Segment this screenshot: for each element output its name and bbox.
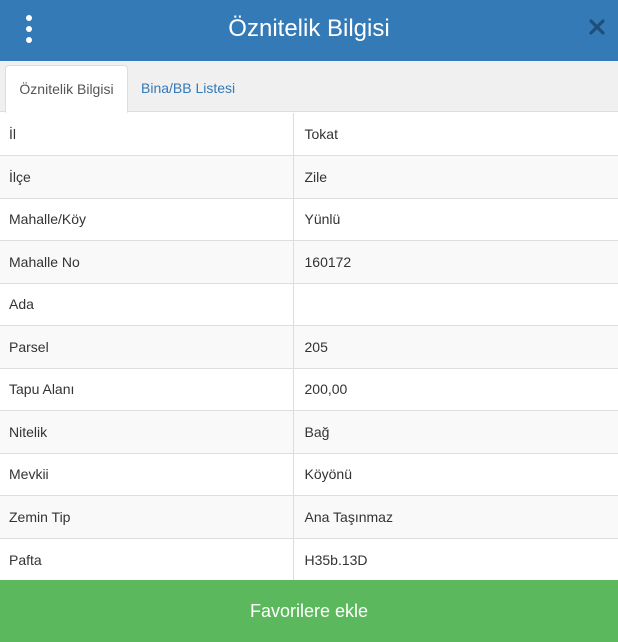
close-icon[interactable] [588, 18, 606, 36]
attribute-value: Tokat [304, 126, 338, 142]
attribute-value: Ana Taşınmaz [293, 495, 618, 538]
table-row: Zemin Tip Ana Taşınmaz [0, 495, 618, 538]
attribute-key: Parsel [0, 325, 294, 368]
tab-bar: Öznitelik Bilgisi Bina/BB Listesi [0, 61, 618, 113]
attribute-value [293, 282, 618, 326]
tab-bina-bb-listesi[interactable]: Bina/BB Listesi [131, 65, 245, 113]
attribute-value: Yünlü [293, 197, 618, 241]
tab-oznitelik-bilgisi[interactable]: Öznitelik Bilgisi [5, 65, 128, 113]
attribute-key: Mahalle No [0, 240, 294, 283]
attribute-key: Zemin Tip [0, 495, 294, 538]
attribute-value: Köyönü [293, 452, 618, 496]
attribute-key: Nitelik [0, 410, 294, 453]
attribute-value: H35b.13D [293, 537, 618, 581]
attribute-value: Bağ [293, 410, 618, 453]
attribute-key: İl [0, 113, 294, 156]
dialog-title: Öznitelik Bilgisi [228, 15, 390, 42]
attribute-value: 160172 [293, 240, 618, 283]
table-row: Tapu Alanı 200,00 [0, 367, 618, 411]
attribute-key: Tapu Alanı [0, 367, 294, 411]
attribute-value: 200,00 [293, 367, 618, 411]
attribute-key: Mahalle/Köy [0, 197, 294, 241]
attribute-value: 205 [293, 325, 618, 368]
attribute-key: Mevkii [0, 452, 294, 496]
attribute-key: Ada [0, 282, 294, 326]
attribute-key: Pafta [0, 537, 294, 581]
table-row: Mahalle No 160172 [0, 240, 618, 283]
table-row: Pafta H35b.13D [0, 537, 618, 581]
table-row: Parsel 205 [0, 325, 618, 368]
table-row: Mevkii Köyönü [0, 452, 618, 496]
attribute-key: İlçe [0, 155, 294, 198]
add-to-favorites-button[interactable]: Favorilere ekle [0, 580, 618, 642]
attribute-value: Zile [293, 155, 618, 198]
table-row: Ada [0, 282, 618, 326]
table-row: Mahalle/Köy Yünlü [0, 197, 618, 241]
table-row: İlçe Zile [0, 155, 618, 198]
table-row: Nitelik Bağ [0, 410, 618, 453]
dialog-header: Öznitelik Bilgisi [0, 0, 618, 61]
attribute-table: İl Tokat İlçe Zile Mahalle/Köy Yünlü Mah… [0, 113, 618, 581]
table-row: İl Tokat [0, 113, 618, 156]
